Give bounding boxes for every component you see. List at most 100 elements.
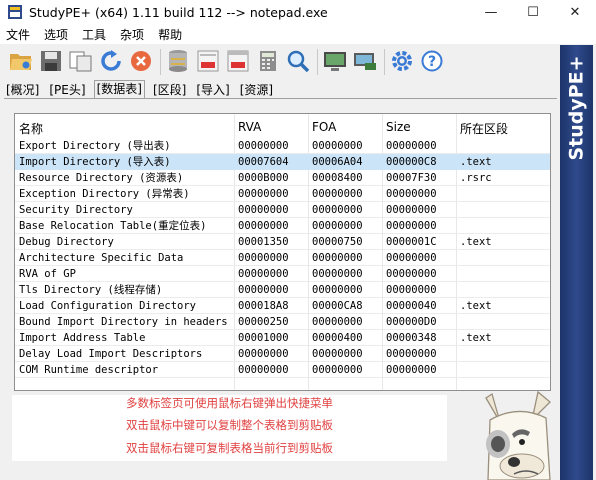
- cell-size: 00000000: [386, 268, 437, 280]
- table-row[interactable]: Tls Directory (线程存储) 00000000 00000000 0000…: [15, 282, 550, 298]
- cell-section: [460, 202, 546, 218]
- tab-imports[interactable]: [导入]: [194, 82, 231, 99]
- reload-button[interactable]: [99, 49, 123, 75]
- cell-section: .text: [460, 236, 492, 248]
- column-header-foa[interactable]: FOA: [312, 120, 336, 134]
- network-button[interactable]: [353, 50, 377, 74]
- database-button[interactable]: [166, 49, 190, 74]
- cell-foa: 00000000: [312, 316, 363, 328]
- cell-section: .text: [460, 300, 492, 312]
- cell-name: Security Directory: [19, 204, 133, 216]
- cell-rva: 00007604: [238, 156, 289, 168]
- column-header-size[interactable]: Size: [386, 120, 411, 134]
- cell-rva: 00000000: [238, 204, 289, 216]
- menu-bar: 文件 选项 工具 杂项 帮助: [0, 24, 596, 44]
- table-row[interactable]: COM Runtime descriptor 00000000 00000000 00…: [15, 362, 550, 378]
- cell-section: .text: [460, 156, 492, 168]
- cell-foa: 00000750: [312, 236, 363, 248]
- column-header-section[interactable]: 所在区段: [460, 120, 508, 137]
- tab-strip: [概况] [PE头] [数据表] [区段] [导入] [资源]: [4, 80, 281, 99]
- maximize-button[interactable]: ☐: [512, 0, 554, 24]
- toolbar-separator: [317, 49, 318, 75]
- minimize-button[interactable]: —: [470, 0, 512, 24]
- close-file-button[interactable]: [129, 50, 153, 74]
- tab-data-directories[interactable]: [数据表]: [93, 80, 145, 99]
- cell-rva: 00000000: [238, 188, 289, 200]
- table-row[interactable]: Debug Directory 00001350 00000750 0000001C.…: [15, 234, 550, 250]
- cell-rva: 00001350: [238, 236, 289, 248]
- title-bar[interactable]: StudyPE+ (x64) 1.11 build 112 --> notepa…: [0, 0, 596, 24]
- table-row[interactable]: Base Relocation Table(重定位表) 00000000 00000…: [15, 218, 550, 234]
- table-row[interactable]: Security Directory 00000000 00000000 000000…: [15, 202, 550, 218]
- mascot-dog-image: [478, 384, 560, 480]
- help-button[interactable]: ?: [420, 50, 444, 74]
- cell-name: Bound Import Directory in headers: [19, 316, 228, 328]
- cell-foa: 00000000: [312, 188, 363, 200]
- cell-rva: 00000000: [238, 268, 289, 280]
- table-row[interactable]: Exception Directory (异常表) 00000000 0000000…: [15, 186, 550, 202]
- cell-foa: 00008400: [312, 172, 363, 184]
- copy-button[interactable]: [69, 50, 93, 74]
- tab-panel: 名称 RVA FOA Size 所在区段 Export Directory (导…: [4, 98, 557, 480]
- data-directory-table[interactable]: 名称 RVA FOA Size 所在区段 Export Directory (导…: [14, 113, 551, 391]
- menu-options[interactable]: 选项: [44, 26, 68, 43]
- cell-foa: 00000000: [312, 364, 363, 376]
- table-row[interactable]: Resource Directory (资源表) 0000B000 00008400…: [15, 170, 550, 186]
- settings-button[interactable]: [390, 50, 414, 74]
- reload-icon: [100, 49, 122, 75]
- open-file-button[interactable]: [9, 50, 33, 74]
- table-row[interactable]: Import Address Table 00001000 00000400 0000…: [15, 330, 550, 346]
- app-window: StudyPE+ (x64) 1.11 build 112 --> notepa…: [0, 0, 596, 480]
- asm-window-button[interactable]: [226, 50, 250, 74]
- table-row[interactable]: Load Configuration Directory 000018A8 0000…: [15, 298, 550, 314]
- menu-tools[interactable]: 工具: [82, 26, 106, 43]
- table-header: 名称 RVA FOA Size 所在区段: [15, 114, 550, 138]
- brand-label: StudyPE+: [566, 55, 589, 161]
- cell-section: [460, 362, 546, 378]
- table-row[interactable]: Export Directory (导出表) 00000000 00000000 00…: [15, 138, 550, 154]
- tab-pe-header[interactable]: [PE头]: [47, 82, 87, 99]
- table-row[interactable]: Delay Load Import Descriptors 00000000 000…: [15, 346, 550, 362]
- cell-section: .rsrc: [460, 172, 492, 184]
- cell-foa: 00000000: [312, 268, 363, 280]
- table-row[interactable]: Architecture Specific Data 00000000 000000…: [15, 250, 550, 266]
- cell-name: Exception Directory (异常表): [19, 188, 190, 200]
- cell-rva: 00001000: [238, 332, 289, 344]
- monitor-button[interactable]: [323, 50, 347, 74]
- column-header-name[interactable]: 名称: [19, 120, 43, 137]
- menu-misc[interactable]: 杂项: [120, 26, 144, 43]
- cell-section: [460, 346, 546, 362]
- tab-sections[interactable]: [区段]: [151, 82, 188, 99]
- brand-side-panel: StudyPE+: [560, 45, 593, 480]
- cell-foa: 00000000: [312, 252, 363, 264]
- menu-file[interactable]: 文件: [6, 26, 30, 43]
- calculator-button[interactable]: [256, 50, 280, 74]
- table-row[interactable]: Bound Import Directory in headers 0000025…: [15, 314, 550, 330]
- tab-overview[interactable]: [概况]: [4, 82, 41, 99]
- open-file-icon: [9, 50, 33, 75]
- table-row[interactable]: Import Directory (导入表) 00007604 00006A04 00…: [15, 154, 550, 170]
- search-button[interactable]: [286, 50, 310, 74]
- cell-foa: 00000000: [312, 220, 363, 232]
- save-button[interactable]: [39, 50, 63, 74]
- cell-section: [460, 218, 546, 234]
- copy-icon: [69, 50, 93, 75]
- table-row[interactable]: RVA of GP 00000000 00000000 00000000: [15, 266, 550, 282]
- cell-size: 00007F30: [386, 172, 437, 184]
- cell-size: 00000000: [386, 140, 437, 152]
- cell-size: 00000000: [386, 220, 437, 232]
- cell-rva: 00000000: [238, 348, 289, 360]
- cell-rva: 00000000: [238, 220, 289, 232]
- cell-name: Export Directory (导出表): [19, 140, 171, 152]
- network-icon: [353, 50, 377, 75]
- close-icon: ✕: [569, 4, 581, 20]
- cell-rva: 000018A8: [238, 300, 289, 312]
- hint-middle-click-copy-table: 双击鼠标中键可以复制整个表格到剪贴板: [126, 418, 333, 432]
- cell-name: Delay Load Import Descriptors: [19, 348, 203, 360]
- menu-help[interactable]: 帮助: [158, 26, 182, 43]
- tab-resources[interactable]: [资源]: [238, 82, 275, 99]
- asm-doc-button[interactable]: [196, 50, 220, 74]
- close-button[interactable]: ✕: [554, 0, 596, 24]
- calculator-icon: [259, 50, 277, 75]
- column-header-rva[interactable]: RVA: [238, 120, 261, 134]
